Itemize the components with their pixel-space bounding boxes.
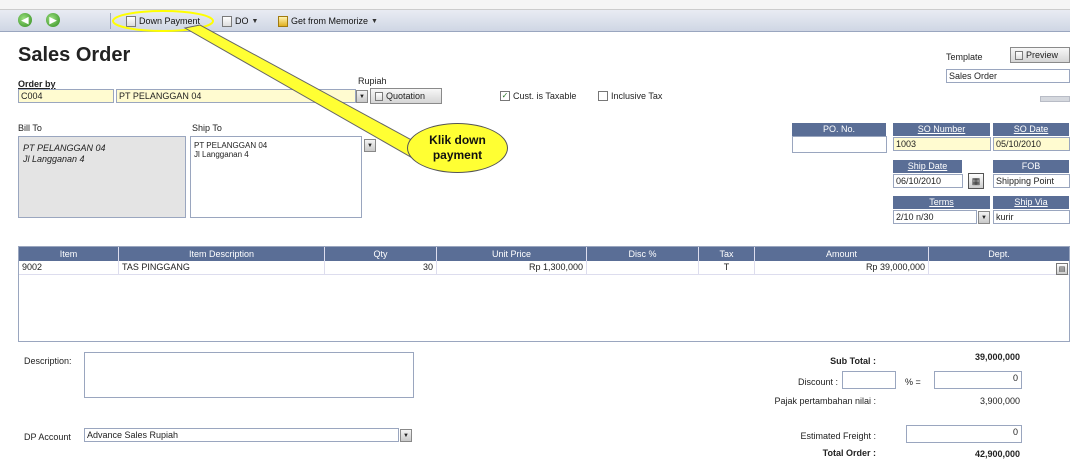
callout-text-line1: Klik down: [429, 133, 486, 147]
callout-pointer: [112, 10, 431, 161]
callout-text-line2: payment: [432, 148, 483, 162]
callout-tail: [183, 24, 431, 161]
callout-bubble: Klik down payment: [407, 123, 508, 173]
